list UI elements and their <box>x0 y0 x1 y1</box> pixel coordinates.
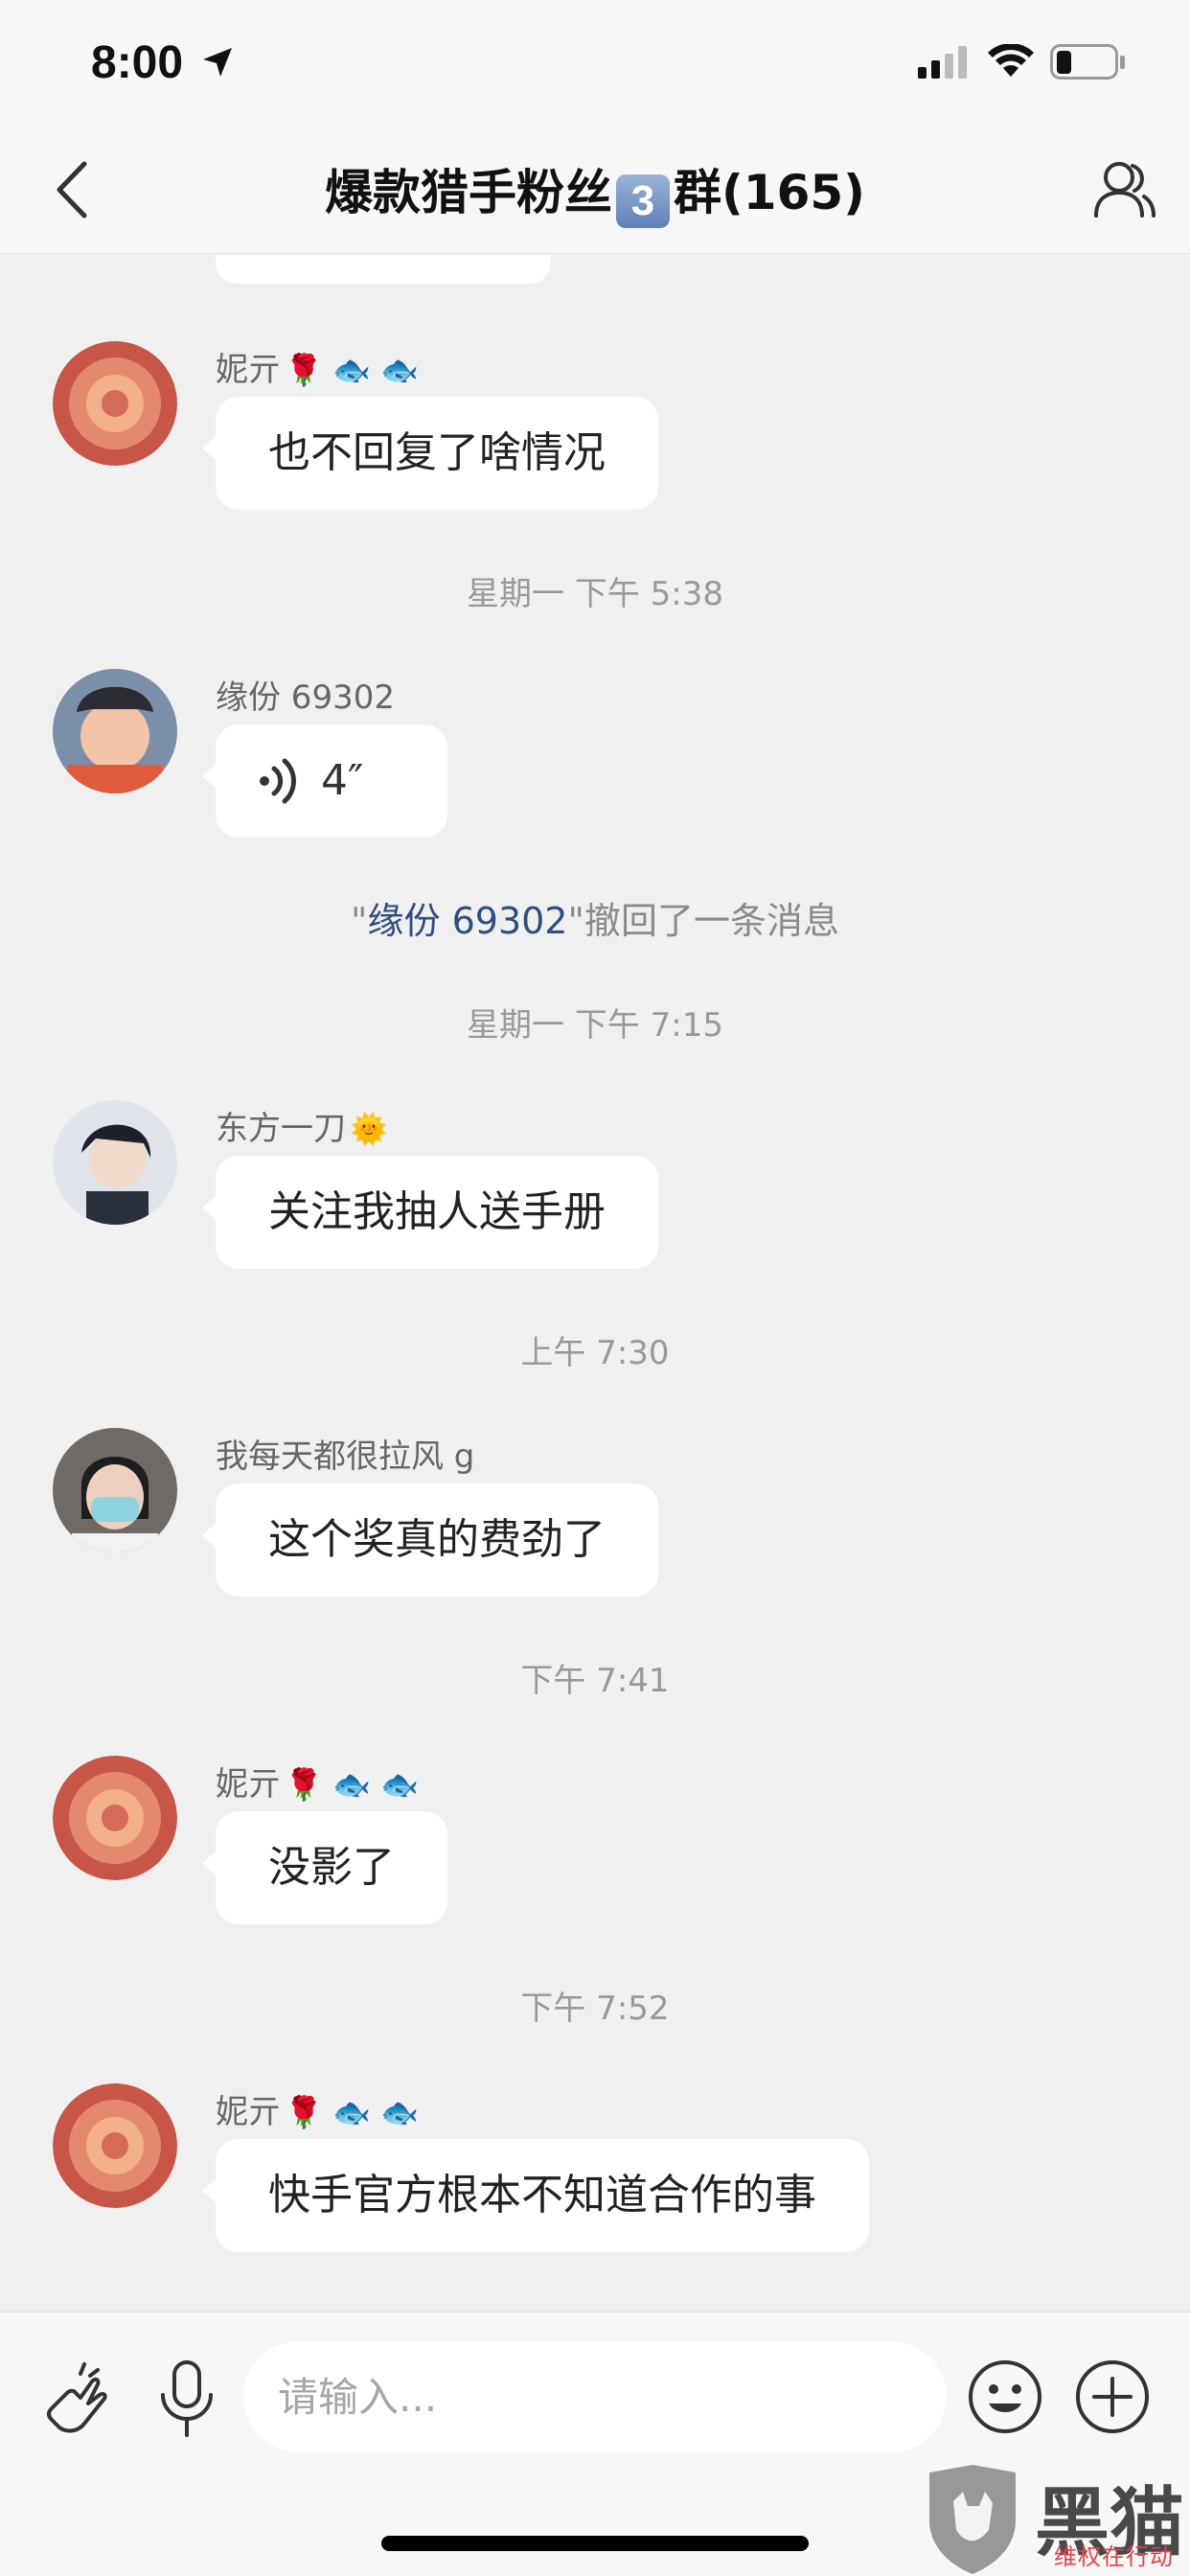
sender-name: 我每天都很拉风 g <box>216 1438 475 1476</box>
page-title: 爆款猎手粉丝 3 群(165) <box>0 154 1190 228</box>
avatar[interactable] <box>53 1100 177 1225</box>
wifi-icon <box>988 44 1034 77</box>
watermark-subtitle: 维权在行动 <box>1054 2543 1174 2570</box>
avatar[interactable] <box>53 1428 177 1552</box>
microphone-icon[interactable] <box>153 2358 220 2441</box>
message-bubble[interactable]: 快手官方根本不知道合作的事 <box>202 2139 869 2252</box>
recall-notice: "缘份 69302"撤回了一条消息 <box>351 900 839 942</box>
sender-name: 妮亓 🌹 🐟 🐟 <box>216 351 419 389</box>
timestamp: 星期一 下午 5:38 <box>467 575 723 613</box>
timestamp: 上午 7:30 <box>520 1334 670 1372</box>
plus-icon[interactable] <box>1073 2358 1152 2436</box>
avatar[interactable] <box>53 341 177 466</box>
sender-name: 东方一刀 🌞 <box>216 1110 388 1148</box>
chat-message-list[interactable]: 妮亓 🌹 🐟 🐟 也不回复了啥情况 星期一 下午 5:38 缘份 69302 4″… <box>0 255 1190 2312</box>
cat-shield-logo-icon <box>929 2465 1016 2574</box>
location-arrow-icon <box>203 48 232 77</box>
recalled-user-link[interactable]: 缘份 69302 <box>368 900 568 942</box>
keycap-three-badge: 3 <box>615 174 670 228</box>
timestamp: 下午 7:41 <box>520 1662 670 1700</box>
timestamp: 星期一 下午 7:15 <box>467 1006 723 1045</box>
sender-name: 妮亓 🌹 🐟 🐟 <box>216 2093 419 2131</box>
watermark: 黑猫 维权在行动 <box>920 2463 1190 2576</box>
voice-duration: 4″ <box>321 756 364 805</box>
voice-message-bubble[interactable]: 4″ <box>202 724 447 838</box>
home-indicator[interactable] <box>381 2536 809 2551</box>
message-input[interactable] <box>243 2341 947 2452</box>
nav-bar: 爆款猎手粉丝 3 群(165) <box>0 129 1190 254</box>
avatar[interactable] <box>53 669 177 794</box>
message-bubble[interactable]: 这个奖真的费劲了 <box>202 1484 658 1597</box>
timestamp: 下午 7:52 <box>520 1990 670 2028</box>
voice-wave-icon <box>260 758 296 804</box>
message-bubble[interactable]: 也不回复了啥情况 <box>202 397 658 510</box>
avatar[interactable] <box>53 2083 177 2208</box>
group-members-icon[interactable] <box>1090 156 1157 223</box>
sender-name: 妮亓 🌹 🐟 🐟 <box>216 1765 419 1804</box>
status-bar: 8:00 <box>0 0 1190 129</box>
title-prefix: 爆款猎手粉丝 <box>324 165 612 220</box>
status-time: 8:00 <box>91 37 184 88</box>
title-suffix: 群(165) <box>673 165 866 220</box>
hand-gesture-icon[interactable] <box>38 2360 117 2439</box>
message-bubble[interactable]: 关注我抽人送手册 <box>202 1156 658 1269</box>
emoji-icon[interactable] <box>966 2358 1044 2436</box>
avatar[interactable] <box>53 1756 177 1880</box>
previous-message-bubble <box>216 255 551 284</box>
battery-icon <box>1050 44 1125 80</box>
message-bubble[interactable]: 没影了 <box>202 1811 447 1924</box>
cellular-signal-icon <box>918 46 967 79</box>
sender-name: 缘份 69302 <box>216 678 395 717</box>
